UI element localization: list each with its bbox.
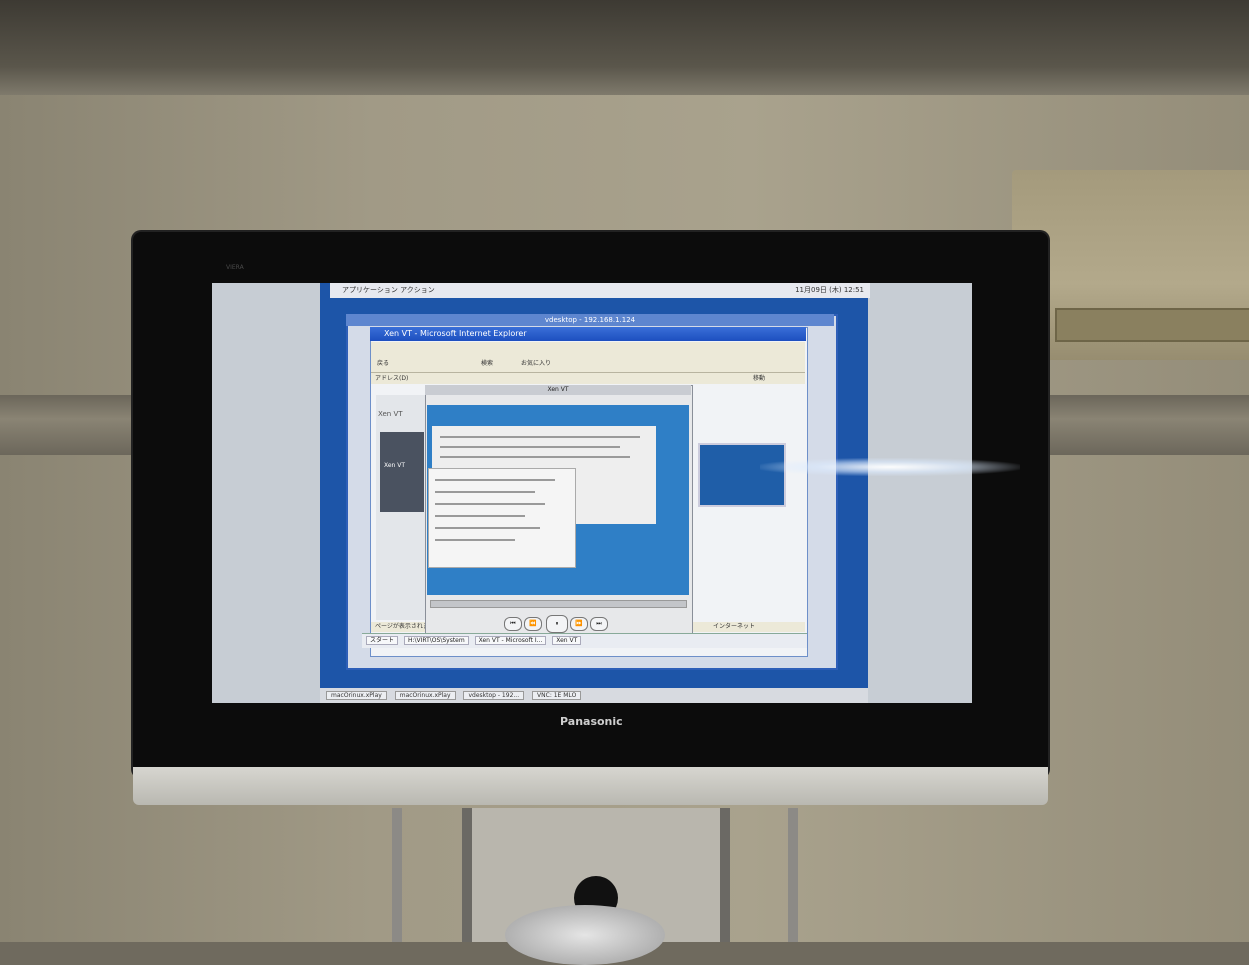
tv-base	[133, 767, 1048, 805]
taskbar-item[interactable]: Xen VT	[552, 636, 582, 645]
screen-glare	[760, 458, 1020, 476]
bottom-panel-item[interactable]: vdesktop - 192...	[463, 691, 525, 700]
tv-model-logo: VIERA	[226, 264, 244, 271]
stand-pole	[788, 808, 798, 942]
ie-toolbar: 戻る 検索 お気に入り	[371, 342, 805, 373]
ie-left-heading: Xen VT	[378, 410, 403, 418]
ie-address-bar[interactable]: アドレス(D) 移動	[371, 373, 805, 384]
inner-dialog	[428, 468, 576, 568]
desktop-bottom-panel: macOrinux.xPlay macOrinux.xPlay vdesktop…	[320, 688, 868, 703]
taskbar-item[interactable]: Xen VT - Microsoft I...	[474, 636, 547, 645]
favorites-button[interactable]: お気に入り	[521, 358, 551, 367]
desktop-clock: 11月09日 (木) 12:51	[795, 286, 864, 294]
taskbar-item[interactable]: H:\VIRT\OS\System	[403, 636, 469, 645]
screen-side-bar-left	[212, 283, 320, 703]
air-conditioner-vent	[1055, 308, 1249, 342]
tv-brand-logo: Panasonic	[560, 715, 623, 728]
pause-button[interactable]: ⏸	[546, 615, 568, 633]
search-button[interactable]: 検索	[481, 358, 493, 367]
bottom-panel-item[interactable]: macOrinux.xPlay	[326, 691, 387, 700]
go-button[interactable]: 移動	[753, 373, 765, 384]
desktop-top-panel: アプリケーション アクション 11月09日 (木) 12:51	[330, 283, 870, 298]
stand-pole	[462, 808, 472, 942]
rewind-button[interactable]: ⏪	[524, 617, 542, 631]
player-seek-bar[interactable]	[430, 600, 687, 608]
vnc-window-title[interactable]: vdesktop - 192.168.1.124	[346, 314, 834, 326]
address-label: アドレス(D)	[375, 375, 409, 382]
stand-pole	[720, 808, 730, 942]
start-button[interactable]: スタート	[366, 636, 399, 645]
bottom-panel-item[interactable]: macOrinux.xPlay	[394, 691, 456, 700]
next-button[interactable]: ⏭	[590, 617, 608, 631]
bottom-panel-item[interactable]: VNC: 1E MLO	[532, 691, 582, 700]
ie-window-title[interactable]: Xen VT - Microsoft Internet Explorer	[370, 327, 806, 341]
player-window-title[interactable]: Xen VT	[425, 385, 691, 395]
status-right: インターネット	[712, 623, 755, 630]
back-button[interactable]: 戻る	[377, 358, 389, 367]
forward-button[interactable]: ⏩	[570, 617, 588, 631]
stand-pole	[392, 808, 402, 942]
prev-button[interactable]: ⏮	[504, 617, 522, 631]
ceiling	[0, 0, 1249, 95]
desktop-menu[interactable]: アプリケーション アクション	[342, 286, 435, 294]
ie-left-panel-label: Xen VT	[384, 462, 406, 469]
stand-disc	[505, 905, 665, 965]
ie-left-panel[interactable]	[380, 432, 424, 512]
xp-taskbar: スタート H:\VIRT\OS\System Xen VT - Microsof…	[362, 633, 807, 648]
screen-side-bar-right	[868, 283, 972, 703]
